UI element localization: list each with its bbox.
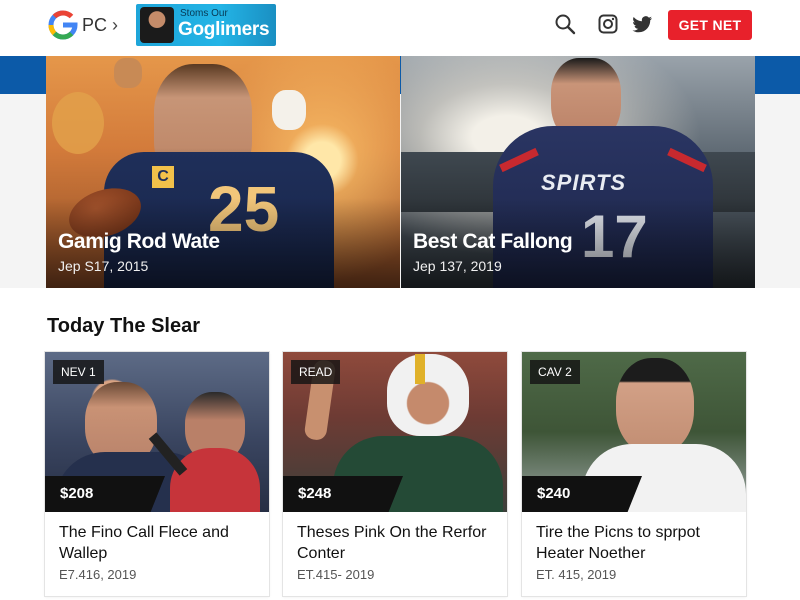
bystander-shirt — [170, 448, 260, 512]
instagram-icon[interactable] — [596, 12, 620, 36]
get-net-button[interactable]: GET NET — [668, 10, 752, 40]
card-tag: READ — [291, 360, 341, 384]
promo-banner[interactable]: Stoms Our Goglimers — [136, 4, 276, 46]
captain-patch: C — [152, 166, 174, 188]
card-title[interactable]: The Fino Call Flece and Wallep — [59, 522, 259, 564]
card-image: CAV 2 $240 — [522, 352, 746, 512]
background-helmet — [52, 92, 104, 154]
story-card[interactable]: CAV 2 $240 Tire the Picns to sprpot Heat… — [522, 352, 746, 596]
promo-avatar — [140, 7, 174, 43]
hero-story-2[interactable]: SPIRTS 17 Best Cat Fallong Jep 137, 2019 — [401, 56, 755, 288]
card-date: E7.416, 2019 — [59, 567, 137, 582]
card-image: READ $248 — [283, 352, 507, 512]
hero-date: Jep S17, 2015 — [58, 258, 149, 274]
player-head — [616, 358, 694, 454]
helmet-stripe — [415, 354, 425, 384]
twitter-icon[interactable] — [630, 12, 654, 36]
story-card[interactable]: READ $248 Theses Pink On the Rerfor Cont… — [283, 352, 507, 596]
chevron-right-icon: › — [112, 15, 118, 35]
card-title[interactable]: Theses Pink On the Rerfor Conter — [297, 522, 497, 564]
promo-subtitle: Stoms Our — [180, 8, 228, 19]
card-date: ET.415- 2019 — [297, 567, 375, 582]
section-title: Today The Slear — [47, 315, 201, 337]
hero-date: Jep 137, 2019 — [413, 258, 502, 274]
card-price: $248 — [283, 476, 403, 512]
card-title[interactable]: Tire the Picns to sprpot Heater Noether — [536, 522, 736, 564]
google-logo-icon[interactable] — [48, 10, 78, 40]
card-date: ET. 415, 2019 — [536, 567, 617, 582]
raised-glove — [114, 58, 142, 88]
player-helmet — [387, 354, 469, 436]
hero-title[interactable]: Best Cat Fallong — [413, 230, 573, 254]
story-card[interactable]: NEV 1 $208 The Fino Call Flece and Walle… — [45, 352, 269, 596]
breadcrumb[interactable]: PC — [82, 14, 107, 36]
top-header: PC › Stoms Our Goglimers GET NET — [0, 0, 800, 56]
promo-title: Goglimers — [178, 19, 270, 40]
hero-story-1[interactable]: 25 C Gamig Rod Wate Jep S17, 2015 — [46, 56, 400, 288]
card-image: NEV 1 $208 — [45, 352, 269, 512]
card-tag: NEV 1 — [53, 360, 104, 384]
player-glove — [272, 90, 306, 130]
shoulder-stripe — [499, 147, 539, 173]
shoulder-stripe — [667, 147, 707, 173]
jersey-text: SPIRTS — [541, 170, 627, 195]
card-price: $208 — [45, 476, 165, 512]
card-price: $240 — [522, 476, 642, 512]
search-icon[interactable] — [553, 12, 577, 36]
card-tag: CAV 2 — [530, 360, 580, 384]
hero-title[interactable]: Gamig Rod Wate — [58, 230, 220, 254]
